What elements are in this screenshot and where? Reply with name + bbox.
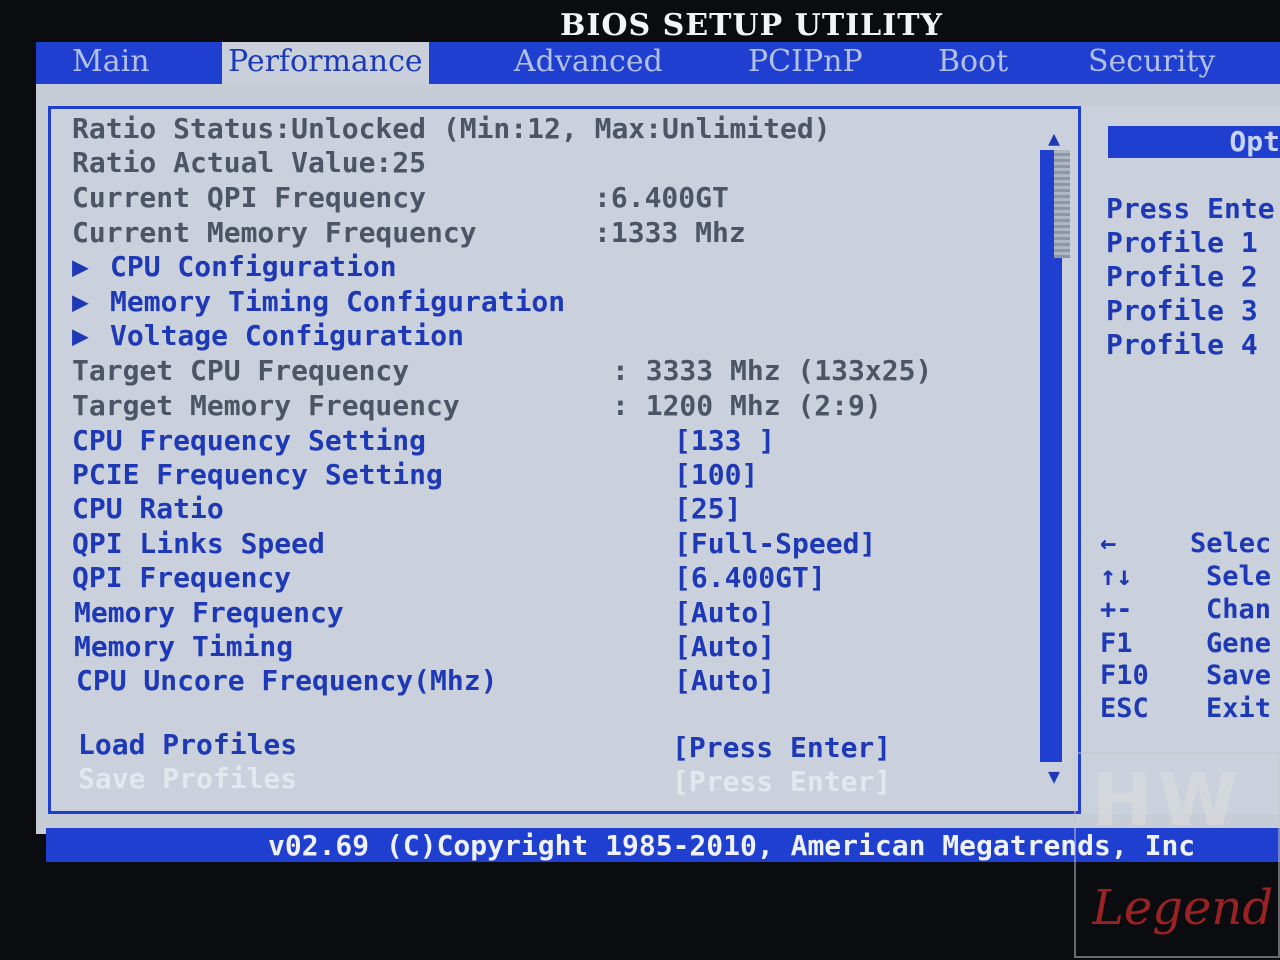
help-title: Opt — [1108, 126, 1280, 158]
submenu-memory-timing-configuration[interactable]: ▶ Memory Timing Configuration — [72, 285, 565, 319]
submenu-arrow-icon: ▶ — [72, 319, 89, 352]
tab-security[interactable]: Security — [1088, 42, 1215, 84]
option-memory-timing-value[interactable]: [Auto] — [674, 630, 775, 664]
help-key-desc: Selec — [1190, 528, 1272, 559]
help-key-plus-minus: +- — [1100, 594, 1133, 625]
option-cpu-uncore-frequency-value[interactable]: [Auto] — [674, 664, 775, 698]
option-pcie-frequency-setting-value[interactable]: [100] — [674, 458, 758, 492]
target-cpu-label: Target CPU Frequency — [72, 354, 410, 387]
help-line: Profile 2 — [1106, 260, 1258, 293]
option-cpu-ratio[interactable]: CPU Ratio — [72, 492, 224, 526]
tab-performance[interactable]: Performance — [222, 42, 429, 84]
help-line: Profile 1 — [1106, 226, 1258, 259]
option-qpi-links-speed[interactable]: QPI Links Speed — [72, 527, 325, 561]
option-save-profiles-value: [Press Enter] — [672, 765, 892, 798]
help-key-desc: Sele — [1206, 561, 1272, 592]
help-line: Press Ente — [1106, 192, 1275, 225]
help-key-left-arrow-icon: ← — [1100, 528, 1117, 559]
tab-pcipnp[interactable]: PCIPnP — [748, 42, 863, 84]
scroll-down-arrow-icon[interactable]: ▼ — [1042, 764, 1066, 788]
help-line: Profile 3 — [1106, 294, 1258, 327]
help-line: Profile 4 — [1106, 328, 1258, 361]
option-qpi-frequency[interactable]: QPI Frequency — [72, 561, 291, 595]
scroll-up-arrow-icon[interactable]: ▲ — [1042, 126, 1066, 150]
target-memory-label: Target Memory Frequency — [72, 389, 460, 422]
option-cpu-ratio-value[interactable]: [25] — [674, 492, 741, 526]
option-qpi-frequency-value[interactable]: [6.400GT] — [674, 561, 826, 595]
bios-title: BIOS SETUP UTILITY — [560, 8, 944, 43]
watermark-hw-text: HW — [1092, 758, 1244, 842]
tab-bar: Main Performance Advanced PCIPnP Boot Se… — [36, 42, 1280, 84]
tab-advanced[interactable]: Advanced — [514, 42, 663, 84]
ratio-actual-text: Ratio Actual Value:25 — [72, 146, 427, 179]
submenu-label: CPU Configuration — [110, 250, 397, 283]
help-key-f10: F10 — [1100, 660, 1149, 691]
submenu-label: Voltage Configuration — [110, 319, 465, 352]
option-save-profiles: Save Profiles — [78, 762, 298, 795]
option-cpu-uncore-frequency[interactable]: CPU Uncore Frequency(Mhz) — [76, 664, 497, 698]
option-memory-frequency-value[interactable]: [Auto] — [674, 596, 775, 630]
help-key-desc: Save — [1206, 660, 1272, 691]
current-qpi-label: Current QPI Frequency — [72, 181, 427, 214]
submenu-cpu-configuration[interactable]: ▶ CPU Configuration — [72, 250, 397, 284]
submenu-label: Memory Timing Configuration — [110, 285, 566, 318]
option-load-profiles-value[interactable]: [Press Enter] — [672, 731, 891, 765]
submenu-voltage-configuration[interactable]: ▶ Voltage Configuration — [72, 319, 464, 353]
option-load-profiles[interactable]: Load Profiles — [78, 728, 297, 762]
option-cpu-frequency-setting[interactable]: CPU Frequency Setting — [72, 424, 426, 458]
current-memory-label: Current Memory Frequency — [72, 216, 477, 249]
target-memory-value: : 1200 Mhz (2:9) — [612, 389, 882, 422]
watermark-legend-text: Legend — [1092, 880, 1272, 936]
help-key-up-down-icon: ↑↓ — [1100, 561, 1133, 592]
help-key-desc: Chan — [1206, 594, 1272, 625]
current-memory-value: :1333 Mhz — [594, 216, 746, 249]
tab-main[interactable]: Main — [72, 42, 150, 84]
submenu-arrow-icon: ▶ — [72, 250, 89, 283]
help-key-esc: ESC — [1100, 693, 1149, 724]
current-qpi-value: :6.400GT — [594, 181, 729, 214]
help-key-f1: F1 — [1100, 628, 1133, 659]
ratio-status-text: Ratio Status:Unlocked (Min:12, Max:Unlim… — [72, 112, 831, 145]
target-cpu-value: : 3333 Mhz (133x25) — [612, 354, 933, 387]
help-key-desc: Gene — [1206, 628, 1272, 659]
scrollbar-thumb[interactable] — [1054, 150, 1070, 258]
option-pcie-frequency-setting[interactable]: PCIE Frequency Setting — [72, 458, 443, 492]
tab-boot[interactable]: Boot — [938, 42, 1008, 84]
option-memory-frequency[interactable]: Memory Frequency — [74, 596, 344, 630]
option-cpu-frequency-setting-value[interactable]: [133 ] — [674, 424, 775, 458]
help-key-desc: Exit — [1206, 693, 1272, 724]
option-memory-timing[interactable]: Memory Timing — [74, 630, 293, 664]
submenu-arrow-icon: ▶ — [72, 285, 89, 318]
option-qpi-links-speed-value[interactable]: [Full-Speed] — [674, 527, 876, 561]
